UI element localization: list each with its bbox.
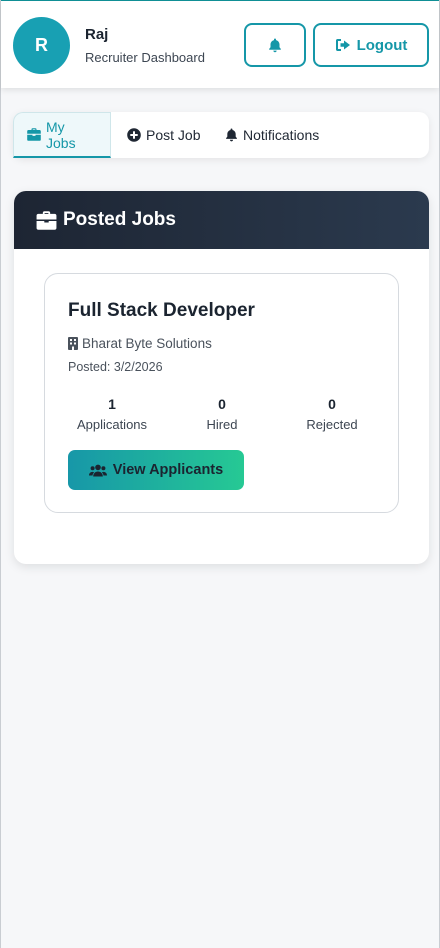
stat-hired: 0 Hired	[167, 396, 277, 432]
panel-header: Posted Jobs	[14, 191, 429, 249]
avatar: R	[13, 17, 70, 74]
users-icon	[88, 464, 107, 477]
tab-post-job[interactable]: Post Job	[127, 112, 200, 158]
briefcase-icon	[27, 128, 41, 141]
company-name: Bharat Byte Solutions	[68, 336, 212, 351]
view-applicants-button[interactable]: View Applicants	[68, 450, 244, 490]
stat-value: 0	[218, 396, 226, 412]
bell-icon	[268, 38, 282, 53]
tab-label: My Jobs	[46, 118, 76, 151]
building-icon	[68, 337, 78, 350]
posted-jobs-panel: Posted Jobs Full Stack Developer Bharat …	[14, 191, 429, 564]
bell-icon	[225, 128, 238, 142]
stat-rejected: 0 Rejected	[277, 396, 387, 432]
view-applicants-label: View Applicants	[112, 462, 224, 478]
user-name: Raj	[85, 26, 109, 43]
plus-circle-icon	[127, 128, 141, 142]
stat-value: 0	[328, 396, 336, 412]
tab-notifications[interactable]: Notifications	[225, 112, 319, 158]
posted-date: Posted: 3/2/2026	[68, 360, 163, 374]
panel-title: Posted Jobs	[63, 209, 176, 230]
stat-label: Applications	[76, 417, 148, 432]
top-header: R Raj Recruiter Dashboard Logout	[1, 0, 439, 88]
company-label: Bharat Byte Solutions	[82, 336, 212, 351]
briefcase-icon	[36, 210, 57, 230]
stat-label: Hired	[206, 417, 238, 432]
logout-label: Logout	[356, 36, 408, 54]
tab-my-jobs[interactable]: My Jobs	[13, 112, 111, 158]
user-role: Recruiter Dashboard	[85, 50, 205, 65]
app-frame: R Raj Recruiter Dashboard Logout My Jobs…	[0, 0, 440, 948]
logout-button[interactable]: Logout	[313, 23, 429, 67]
tab-label: Notifications	[243, 127, 320, 143]
logout-icon	[335, 38, 351, 52]
tab-bar: My Jobs Post Job Notifications	[13, 112, 429, 158]
stat-value: 1	[108, 396, 116, 412]
tab-label: Post Job	[146, 127, 201, 143]
job-title: Full Stack Developer	[68, 300, 255, 321]
stat-applications: 1 Applications	[57, 396, 167, 432]
stat-label: Rejected	[306, 417, 358, 432]
notifications-button[interactable]	[244, 23, 306, 67]
job-card: Full Stack Developer Bharat Byte Solutio…	[44, 273, 399, 513]
